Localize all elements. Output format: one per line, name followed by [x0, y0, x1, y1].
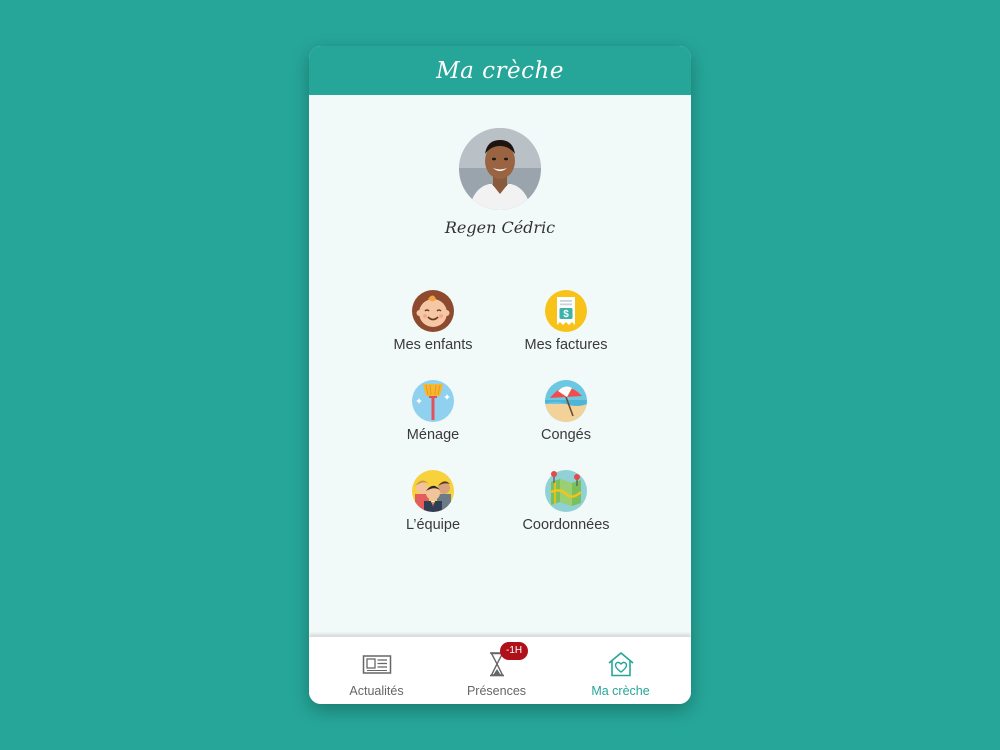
- menu-item-equipe[interactable]: L’équipe: [358, 470, 508, 546]
- phone-screen: Ma crèche Regen Cédric Mes enfants $ Mes…: [309, 46, 691, 704]
- menu-item-coordonnees[interactable]: Coordonnées: [491, 470, 641, 546]
- menu-label: Coordonnées: [522, 517, 610, 533]
- tab-presences[interactable]: Présences: [433, 637, 560, 704]
- invoice-icon: $: [545, 290, 587, 332]
- avatar-photo: [459, 128, 541, 210]
- menu-label: Ménage: [406, 427, 460, 443]
- tab-actualites[interactable]: Actualités: [313, 637, 440, 704]
- menu-label: L’équipe: [405, 517, 461, 533]
- menu-item-menage[interactable]: Ménage: [358, 380, 508, 456]
- house-heart-icon: [607, 652, 634, 677]
- menu-item-mes-enfants[interactable]: Mes enfants: [358, 290, 508, 366]
- menu-label: Mes enfants: [393, 337, 473, 353]
- user-name: Regen Cédric: [444, 218, 556, 237]
- menu-label: Mes factures: [524, 337, 608, 353]
- newspaper-icon: [362, 655, 391, 674]
- tab-label: Ma crèche: [591, 684, 650, 698]
- team-icon: [412, 470, 454, 512]
- map-pin-icon: [545, 470, 587, 512]
- header-title: Ma crèche: [436, 57, 564, 84]
- tab-label: Actualités: [349, 684, 404, 698]
- bottom-tab-bar: Actualités Présences -1H Ma crèche: [309, 636, 691, 704]
- beach-umbrella-icon: [545, 380, 587, 422]
- tab-ma-creche[interactable]: Ma crèche: [557, 637, 684, 704]
- menu-label: Congés: [541, 427, 591, 443]
- app-header: Ma crèche: [309, 46, 691, 95]
- svg-text:$: $: [563, 309, 569, 320]
- presences-badge: -1H: [500, 642, 529, 660]
- avatar[interactable]: [459, 128, 541, 210]
- tab-label: Présences: [466, 684, 527, 698]
- menu-item-mes-factures[interactable]: $ Mes factures: [491, 290, 641, 366]
- baby-face-icon: [412, 290, 454, 332]
- menu-item-conges[interactable]: Congés: [491, 380, 641, 456]
- broom-icon: [412, 380, 454, 422]
